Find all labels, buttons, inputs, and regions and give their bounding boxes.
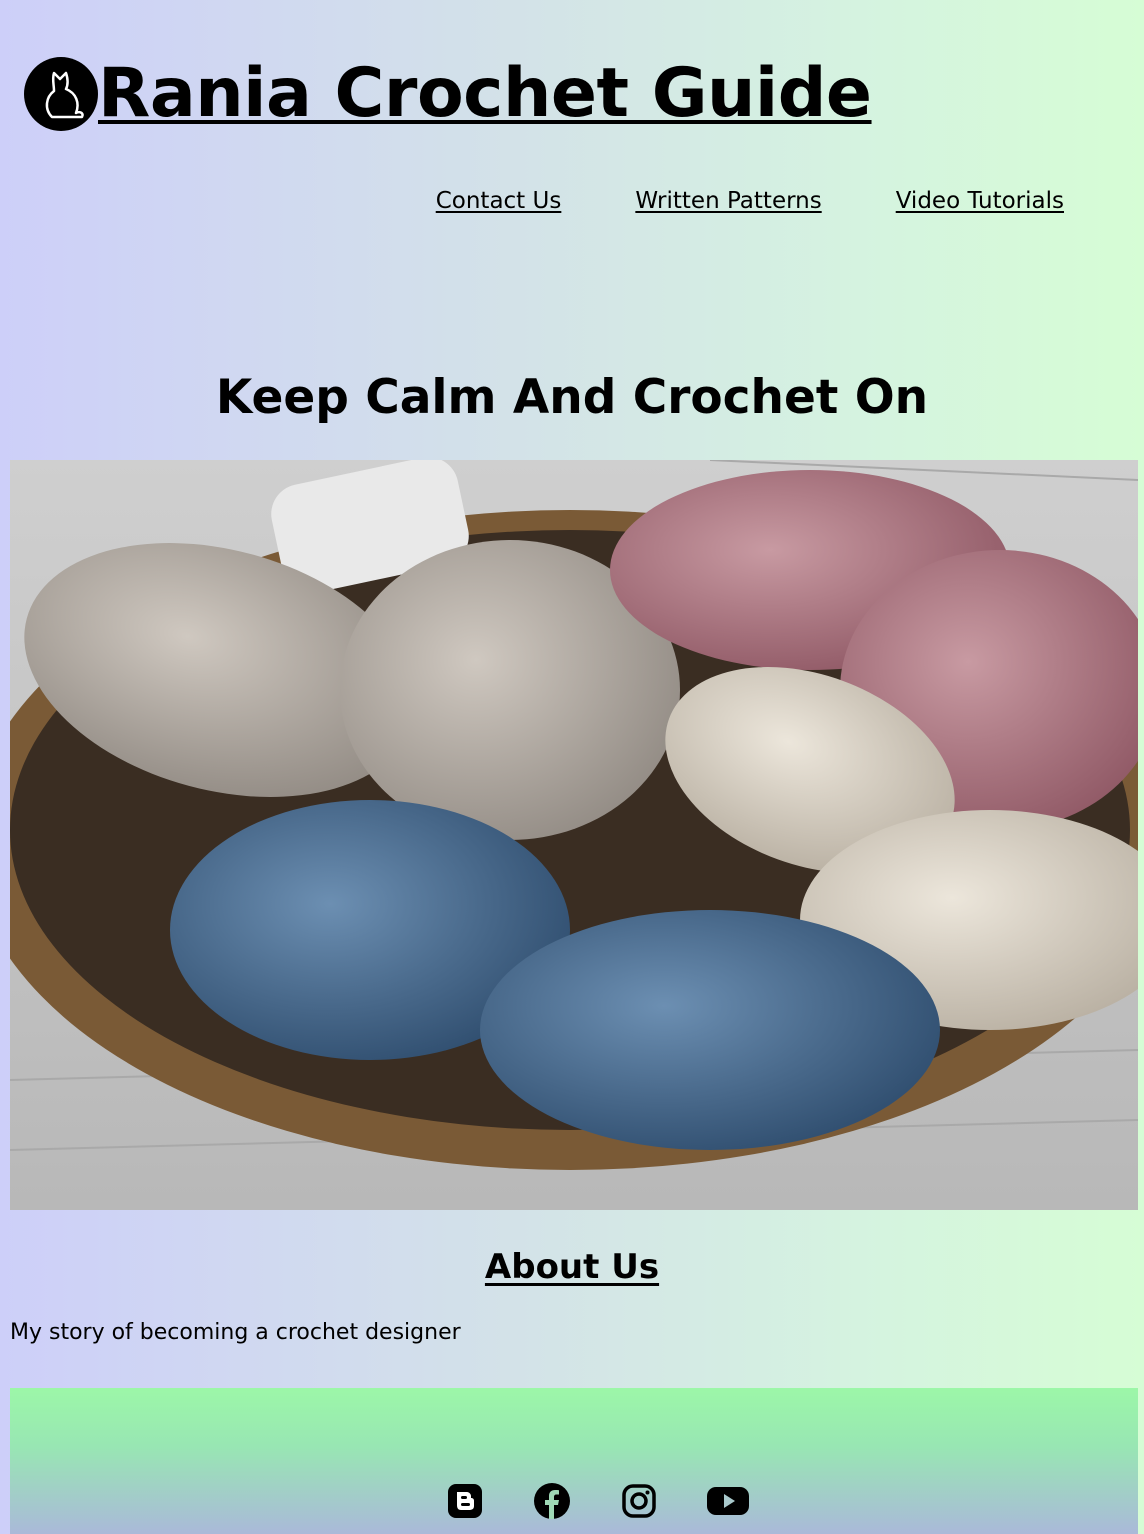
about-us-heading[interactable]: About Us (0, 1247, 1144, 1287)
site-header: Rania Crochet Guide (24, 56, 872, 132)
cat-logo-icon[interactable] (24, 57, 98, 131)
hero-title: Keep Calm And Crochet On (215, 370, 929, 425)
site-footer (10, 1388, 1138, 1534)
site-title-link[interactable]: Rania Crochet Guide (98, 60, 872, 128)
blogger-icon[interactable] (447, 1483, 483, 1519)
nav-contact-us[interactable]: Contact Us (436, 188, 562, 214)
main-nav: Contact Us Written Patterns Video Tutori… (436, 188, 1064, 214)
instagram-icon[interactable] (621, 1483, 657, 1519)
nav-video-tutorials[interactable]: Video Tutorials (896, 188, 1064, 214)
youtube-icon[interactable] (707, 1485, 749, 1517)
yarn-basket-image (10, 460, 1138, 1210)
social-links (447, 1482, 749, 1520)
about-us-text: My story of becoming a crochet designer (10, 1320, 461, 1345)
facebook-icon[interactable] (533, 1482, 571, 1520)
nav-written-patterns[interactable]: Written Patterns (635, 188, 821, 214)
